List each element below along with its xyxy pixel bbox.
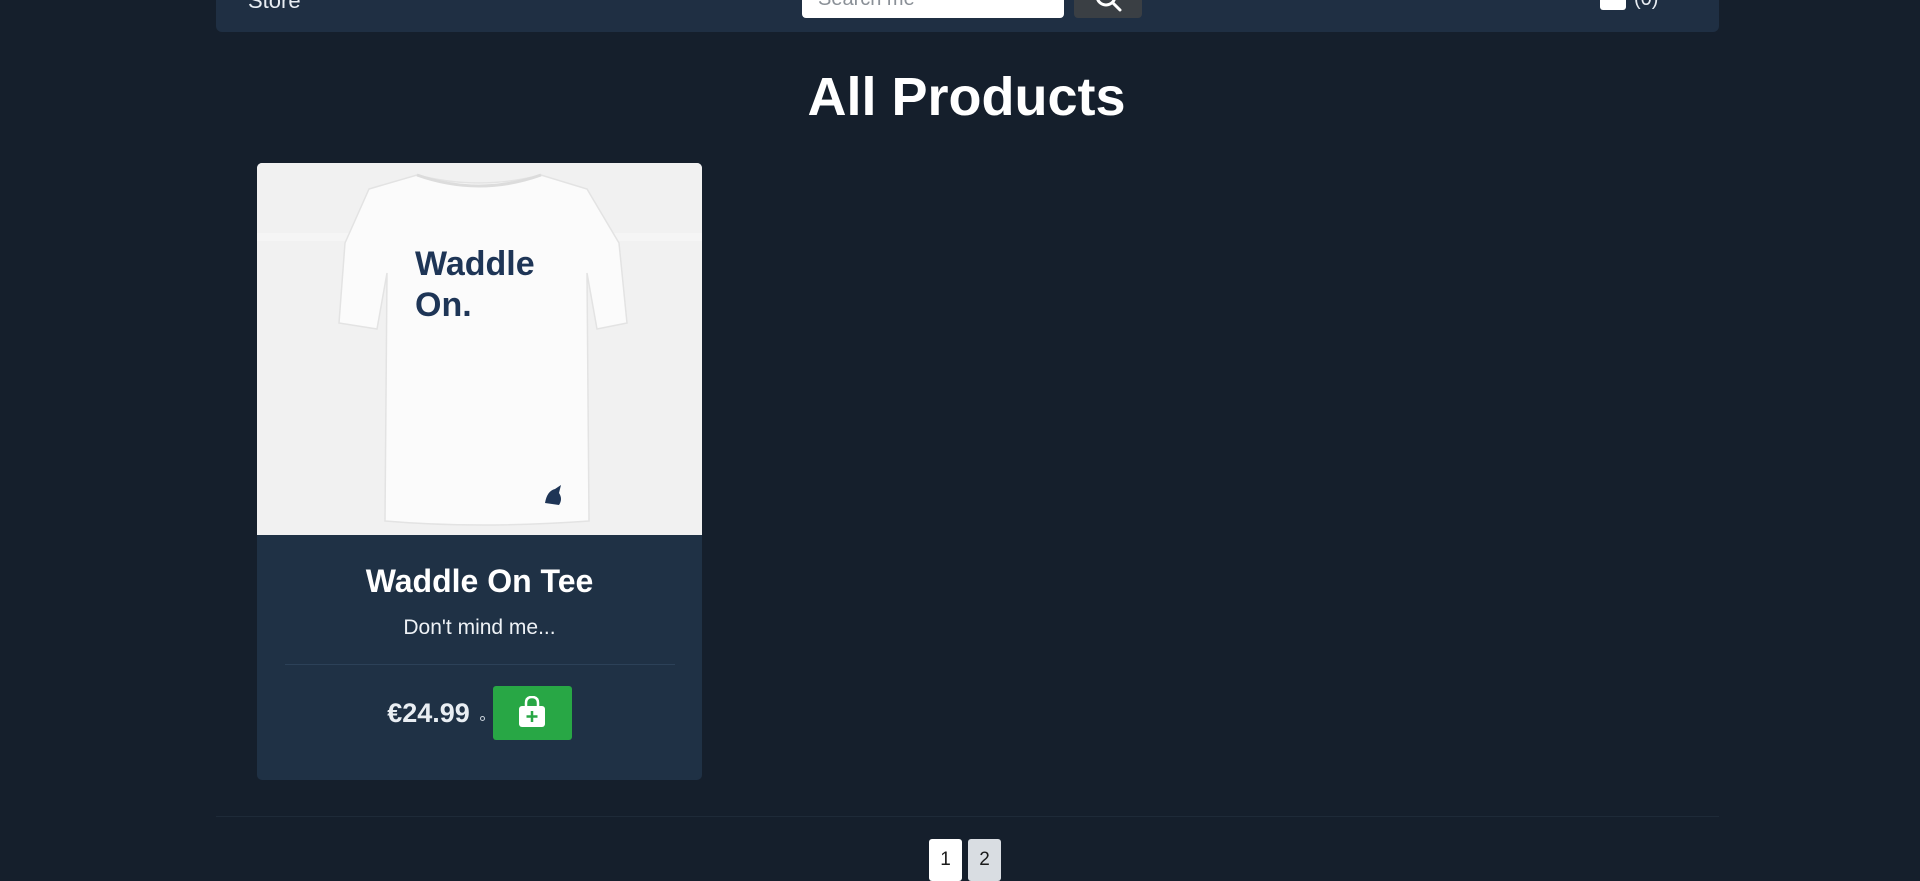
page-title: All Products xyxy=(807,67,1126,127)
search-button[interactable] xyxy=(1074,0,1142,18)
search-input[interactable] xyxy=(802,0,1064,18)
price-row: €24.99 xyxy=(257,686,702,740)
page-2-button[interactable]: 2 xyxy=(968,839,1001,881)
shirt-print-line1: Waddle xyxy=(415,245,535,283)
pagination: 1 2 xyxy=(929,839,1001,881)
cart-icon xyxy=(1600,0,1626,10)
shopping-bag-plus-icon xyxy=(517,695,547,731)
content-divider xyxy=(216,816,1719,817)
product-name[interactable]: Waddle On Tee xyxy=(257,563,702,600)
shirt-print-line2: On. xyxy=(415,286,472,324)
top-navbar: Store (0) xyxy=(216,0,1719,32)
product-description: Don't mind me... xyxy=(403,616,556,639)
search-icon xyxy=(1093,0,1123,16)
page-1-button[interactable]: 1 xyxy=(929,839,962,881)
cart-link[interactable]: (0) xyxy=(1600,0,1658,10)
product-card: Waddle On. Waddle On Tee Don't mind me..… xyxy=(257,163,702,780)
store-brand-link[interactable]: Store xyxy=(248,0,301,14)
add-to-cart-button[interactable] xyxy=(492,686,572,740)
product-image[interactable]: Waddle On. xyxy=(257,163,702,535)
cart-count: (0) xyxy=(1634,0,1658,9)
price-separator-dot xyxy=(479,715,485,721)
card-divider xyxy=(284,664,675,665)
product-price: €24.99 xyxy=(387,697,470,728)
